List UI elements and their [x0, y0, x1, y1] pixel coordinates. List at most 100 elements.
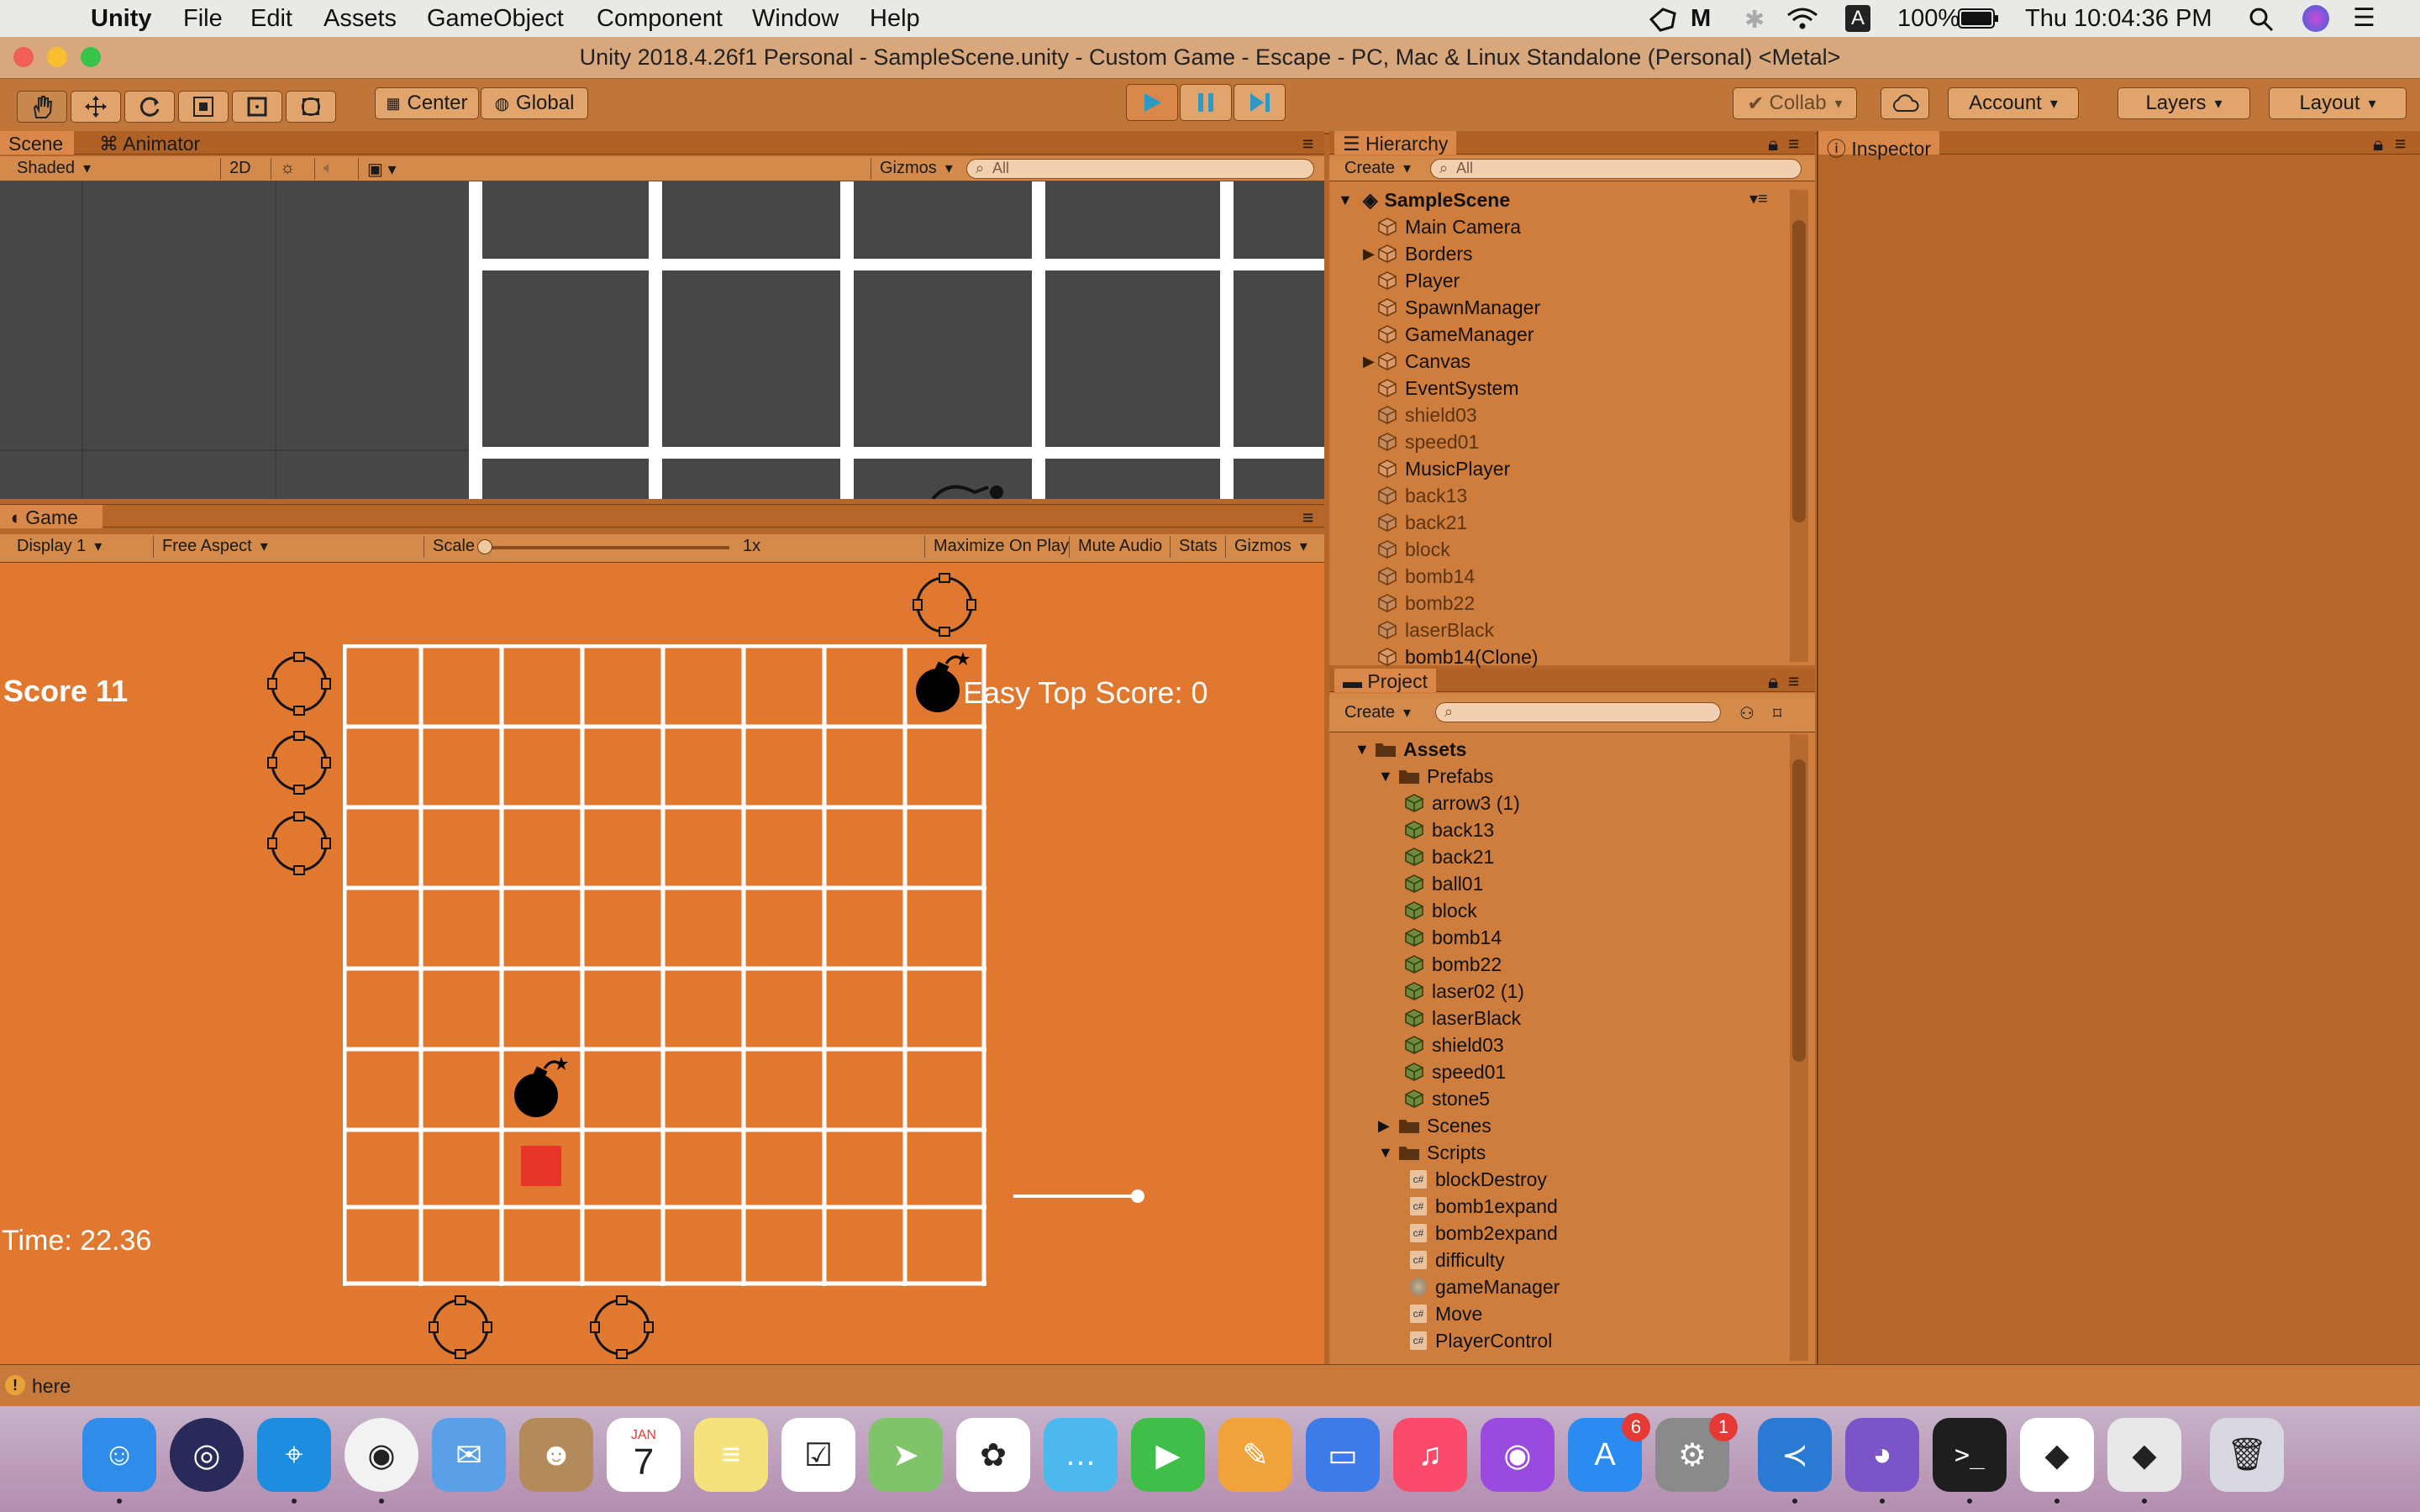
github-desktop-icon[interactable]: ◕ [1845, 1418, 1919, 1492]
maximize-on-play-toggle[interactable]: Maximize On Play [924, 536, 1077, 558]
facetime-icon[interactable]: ▶ [1131, 1418, 1205, 1492]
music-icon[interactable]: ♫ [1393, 1418, 1467, 1492]
hierarchy-item[interactable]: back21 [1378, 509, 1467, 536]
cloud-button[interactable] [1881, 87, 1929, 119]
scale-tool-icon[interactable] [178, 91, 229, 123]
calendar-icon[interactable]: JAN 7 [607, 1418, 681, 1492]
hierarchy-item[interactable]: EventSystem [1378, 375, 1519, 402]
display-dropdown[interactable]: Display 1 [8, 536, 145, 558]
hierarchy-item[interactable]: ▶ Canvas [1363, 348, 1470, 375]
menu-clock[interactable]: Thu 10:04:36 PM [2025, 5, 2212, 33]
prefab-item[interactable]: laserBlack [1405, 1005, 1521, 1032]
filter-by-label-icon[interactable]: ⌑ [1765, 702, 1790, 724]
wifi-icon[interactable] [1786, 7, 1818, 30]
filter-by-type-icon[interactable]: ⚇ [1731, 702, 1763, 724]
hierarchy-item[interactable]: SpawnManager [1378, 294, 1540, 321]
toggle-2d-button[interactable]: 2D [220, 158, 260, 180]
collapsed-arrow-icon[interactable]: ▶ [1378, 1117, 1392, 1135]
scene-gizmos-dropdown[interactable]: Gizmos [871, 158, 961, 180]
expanded-arrow-icon[interactable]: ▼ [1355, 741, 1370, 759]
account-dropdown[interactable]: Account [1948, 87, 2079, 119]
collapsed-arrow-icon[interactable]: ▶ [1363, 245, 1375, 263]
prefab-item[interactable]: block [1405, 897, 1477, 924]
menu-app-unity[interactable]: Unity [91, 5, 152, 33]
collapsed-arrow-icon[interactable]: ▶ [1363, 353, 1375, 370]
script-item[interactable]: c# difficulty [1410, 1247, 1505, 1273]
hierarchy-item[interactable]: speed01 [1378, 428, 1479, 455]
notes-icon[interactable]: ≡ [694, 1418, 768, 1492]
transform-tool-icon[interactable] [286, 91, 336, 123]
prefab-item[interactable]: bomb14 [1405, 924, 1502, 951]
hierarchy-scrollbar[interactable] [1790, 190, 1808, 662]
hierarchy-item[interactable]: back13 [1378, 482, 1467, 509]
aspect-dropdown[interactable]: Free Aspect [153, 536, 420, 558]
vscode-icon[interactable]: ≺ [1758, 1418, 1832, 1492]
stats-toggle[interactable]: Stats [1170, 536, 1226, 558]
menu-component[interactable]: Component [597, 5, 723, 33]
hierarchy-scroll-thumb[interactable] [1792, 220, 1806, 522]
scene-audio-icon[interactable]: 🔈︎ [314, 158, 342, 180]
hierarchy-item[interactable]: shield03 [1378, 402, 1477, 428]
project-scroll-thumb[interactable] [1792, 759, 1806, 1062]
hierarchy-create-dropdown[interactable]: Create [1336, 158, 1419, 180]
safari-icon[interactable]: ⌖ [257, 1418, 331, 1492]
photos-icon[interactable]: ✿ [956, 1418, 1030, 1492]
menu-edit[interactable]: Edit [250, 5, 292, 33]
chrome-icon[interactable]: ◉ [345, 1418, 418, 1492]
spotlight-icon[interactable] [2249, 7, 2274, 32]
mail-icon[interactable]: ✉ [432, 1418, 506, 1492]
siri-icon[interactable]: ◎ [170, 1418, 244, 1492]
script-item[interactable]: c# bomb2expand [1410, 1220, 1558, 1247]
project-menu-icon[interactable]: ≡ [1780, 669, 1807, 692]
reminders-icon[interactable]: ☑ [781, 1418, 855, 1492]
scenes-folder[interactable]: ▶ Scenes [1378, 1112, 1491, 1139]
script-item[interactable]: c# PlayerControl [1410, 1327, 1552, 1354]
tab-scene[interactable]: Scene [0, 131, 74, 155]
tab-project[interactable]: ▬ Project [1334, 669, 1436, 692]
siri-menu-icon[interactable] [2302, 5, 2329, 32]
unity-status-icon[interactable] [1649, 7, 1677, 32]
battery-icon[interactable] [1958, 8, 2000, 29]
pages-icon[interactable]: ✎ [1218, 1418, 1292, 1492]
unity-icon[interactable]: ◆ [2107, 1418, 2181, 1492]
rotate-tool-icon[interactable] [124, 91, 175, 123]
script-item[interactable]: c# bomb1expand [1410, 1193, 1558, 1220]
scene-search-input[interactable]: ⌕ All [966, 159, 1314, 179]
prefab-item[interactable]: laser02 (1) [1405, 978, 1524, 1005]
script-item[interactable]: gameManager [1410, 1273, 1560, 1300]
contacts-icon[interactable]: ☻ [519, 1418, 593, 1492]
prefab-item[interactable]: arrow3 (1) [1405, 790, 1520, 816]
tab-game[interactable]: ◖ Game [0, 505, 103, 528]
terminal-icon[interactable]: >_ [1933, 1418, 2007, 1492]
tab-inspector[interactable]: ⓘ Inspector [1818, 131, 1939, 160]
hierarchy-item[interactable]: bomb14 [1378, 563, 1475, 590]
pivot-center-button[interactable]: ▦ Center [375, 87, 479, 119]
hierarchy-item[interactable]: laserBlack [1378, 617, 1494, 643]
layers-dropdown[interactable]: Layers [2118, 87, 2250, 119]
menu-assets[interactable]: Assets [324, 5, 397, 33]
step-button[interactable] [1234, 84, 1286, 121]
scene-effects-icon[interactable]: ▣ ▾ [358, 158, 405, 180]
battery-percent[interactable]: 100% [1897, 5, 1960, 33]
pivot-global-button[interactable]: ◍ Global [481, 87, 588, 119]
unity-hub-icon[interactable]: ◆ [2020, 1418, 2094, 1492]
scene-lighting-icon[interactable]: ☼ [271, 158, 303, 180]
rect-tool-icon[interactable] [232, 91, 282, 123]
prefab-item[interactable]: bomb22 [1405, 951, 1502, 978]
hierarchy-item[interactable]: Main Camera [1378, 213, 1521, 240]
hierarchy-item[interactable]: bomb22 [1378, 590, 1475, 617]
status-bar[interactable]: ! here [0, 1364, 2420, 1406]
prefab-item[interactable]: speed01 [1405, 1058, 1506, 1085]
trash-icon[interactable]: 🗑︎ [2210, 1418, 2284, 1492]
project-scrollbar[interactable] [1790, 734, 1808, 1361]
pause-button[interactable] [1180, 84, 1232, 121]
messages-icon[interactable]: … [1044, 1418, 1118, 1492]
menu-extra-m-icon[interactable]: M [1691, 5, 1711, 33]
hierarchy-item[interactable]: bomb14(Clone) [1378, 643, 1539, 670]
inspector-menu-icon[interactable]: ≡ [2386, 131, 2414, 155]
collab-dropdown[interactable]: ✔ Collab [1733, 87, 1857, 119]
prefab-item[interactable]: back21 [1405, 843, 1494, 870]
tab-hierarchy[interactable]: ☰ Hierarchy [1334, 131, 1457, 155]
menu-help[interactable]: Help [870, 5, 920, 33]
podcasts-icon[interactable]: ◉ [1481, 1418, 1555, 1492]
